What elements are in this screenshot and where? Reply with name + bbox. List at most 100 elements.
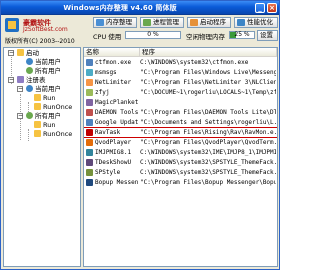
tree-expander-startup[interactable]: − <box>8 50 14 56</box>
list-item-program: "C:\Documents and Settings\rogerliu\L... <box>140 119 276 126</box>
tree-expander-registry-all-users[interactable]: − <box>17 113 23 119</box>
list-item-program: C:\WINDOWS\system32\SPSTYLE_ThemeFack... <box>140 169 276 176</box>
list-item[interactable]: DAEMON Tools "C:\Program Files\DAEMON Too… <box>84 108 277 117</box>
list-item-name: zfyj <box>95 89 110 96</box>
app-icon <box>86 169 93 176</box>
memory-icon <box>96 19 104 26</box>
free-memory-label: 空闲物理内存 <box>186 33 225 41</box>
list-item[interactable]: NetLimiter "C:\Program Files\NetLimiter 3… <box>84 78 277 87</box>
list-item[interactable]: MagicPlankets <box>84 98 277 107</box>
cpu-label: CPU 使用 <box>93 33 122 41</box>
registry-icon <box>17 76 24 83</box>
header: 豪霸软件 JzSoftBest.com 版权所有(C) 2003--2010 内… <box>1 15 279 47</box>
brand-url[interactable]: JzSoftBest.com <box>23 26 68 33</box>
app-icon <box>86 79 93 86</box>
free-memory-progress: 25 % <box>229 31 255 39</box>
tree-expander-registry-current-user[interactable]: − <box>17 86 23 92</box>
app-icon <box>86 139 93 146</box>
logo-icon <box>5 18 19 32</box>
tree-expander-registry[interactable]: − <box>8 77 14 83</box>
list-item-name: ctfmon.exe <box>95 59 132 66</box>
list-item-program: "C:\Program Files\Bopup Messenger\Bopup.… <box>140 179 276 186</box>
list-item[interactable]: SPStyle C:\WINDOWS\system32\SPSTYLE_Theme… <box>84 168 277 177</box>
list-header: 名称 程序 <box>84 48 277 57</box>
tree-item-hkcu-runonce[interactable]: RunOnce <box>34 103 72 111</box>
list-item-name: NetLimiter <box>95 79 132 86</box>
app-icon <box>86 159 93 166</box>
list-item-program: "C:\Program Files\Windows Live\Messeng..… <box>140 69 276 76</box>
list-item[interactable]: TDeskShowU C:\WINDOWS\system32\SPSTYLE_Th… <box>84 158 277 167</box>
list-item[interactable]: zfyj "C:\DOCUME~1\rogerliu\LOCALS~1\Temp\… <box>84 88 277 97</box>
startup-tree[interactable]: − 启动 当前用户 所有用户 − 注册表 − 当前用户 Run RunOnce … <box>3 47 81 267</box>
list-item[interactable]: Bopup Messen..."C:\Program Files\Bopup M… <box>84 178 277 187</box>
list-item-program: C:\WINDOWS\system32\IME\IMJP8_1\IMJPMI..… <box>140 149 276 156</box>
startup-list[interactable]: 名称 程序 ctfmon.exe C:\WINDOWS\system32\ctfm… <box>83 47 278 267</box>
startup-icon <box>190 19 198 26</box>
list-item[interactable]: ctfmon.exe C:\WINDOWS\system32\ctfmon.exe <box>84 58 277 67</box>
users-icon <box>26 112 33 119</box>
list-item-name: SPStyle <box>95 169 121 176</box>
folder-icon <box>34 94 41 101</box>
column-header-name[interactable]: 名称 <box>84 48 140 57</box>
tree-item-registry-current-user[interactable]: 当前用户 <box>26 85 61 93</box>
list-item-name: IMJPMIG8.1 <box>95 149 132 156</box>
close-button[interactable]: × <box>267 3 277 13</box>
list-item[interactable]: Google Update "C:\Documents and Settings\… <box>84 118 277 127</box>
window-title: Windows内存整理 v4.60 简体版 <box>63 4 177 12</box>
app-icon <box>86 69 93 76</box>
list-item-name: msmsgs <box>95 69 117 76</box>
list-item-program: "C:\Program Files\NetLimiter 3\NLClient.… <box>140 79 276 86</box>
list-item-program: C:\WINDOWS\system32\ctfmon.exe <box>140 59 249 66</box>
startup-programs-button[interactable]: 启动程序 <box>187 17 231 28</box>
app-icon <box>86 109 93 116</box>
app-icon <box>86 99 93 106</box>
folder-icon <box>17 49 24 56</box>
app-icon <box>86 89 93 96</box>
list-item-name: QvodPlayer <box>95 139 132 146</box>
copyright-text: 版权所有(C) 2003--2010 <box>5 38 75 45</box>
list-item-name: DAEMON Tools <box>95 109 138 116</box>
list-item[interactable]: IMJPMIG8.1 C:\WINDOWS\system32\IME\IMJP8_… <box>84 148 277 157</box>
tree-item-hkcu-run[interactable]: Run <box>34 94 55 102</box>
folder-icon <box>34 130 41 137</box>
app-icon <box>86 119 93 126</box>
settings-button[interactable]: 设置 <box>257 30 278 41</box>
tree-item-startup[interactable]: 启动 <box>17 49 39 57</box>
list-item-name: TDeskShowU <box>95 159 132 166</box>
memory-optimize-button[interactable]: 内存整理 <box>93 17 137 28</box>
list-item-program: "C:\DOCUME~1\rogerliu\LOCALS~1\Temp\zf..… <box>140 89 276 96</box>
column-header-program[interactable]: 程序 <box>140 48 277 57</box>
list-item-name: Bopup Messen... <box>95 179 138 186</box>
folder-icon <box>34 121 41 128</box>
list-item-program: "C:\Program Files\QvodPlayer\QvodTerm... <box>140 139 276 146</box>
list-item[interactable]: RavTask "C:\Program Files\Rising\Rav\RavM… <box>84 127 277 138</box>
list-item[interactable]: msmsgs "C:\Program Files\Windows Live\Mes… <box>84 68 277 77</box>
folder-icon <box>34 103 41 110</box>
free-memory-value: 25 % <box>234 31 250 38</box>
cpu-progress: 0 % <box>125 31 181 39</box>
tree-item-startup-all-users[interactable]: 所有用户 <box>26 67 61 75</box>
process-manager-button[interactable]: 进程管理 <box>140 17 184 28</box>
minimize-button[interactable]: _ <box>255 3 265 13</box>
cpu-value: 0 % <box>147 31 159 38</box>
user-icon <box>26 85 33 92</box>
tree-item-registry-all-users[interactable]: 所有用户 <box>26 112 61 120</box>
tree-item-hklm-runonce[interactable]: RunOnce <box>34 130 72 138</box>
app-window: Windows内存整理 v4.60 简体版 _ × 豪霸软件 JzSoftBes… <box>0 0 280 270</box>
tree-item-startup-current-user[interactable]: 当前用户 <box>26 58 61 66</box>
users-icon <box>26 67 33 74</box>
user-icon <box>26 58 33 65</box>
list-item-program: C:\WINDOWS\system32\SPSTYLE_ThemeFack... <box>140 159 276 166</box>
list-item-program: "C:\Program Files\Rising\Rav\RavMon.e... <box>140 129 276 136</box>
tree-item-hklm-run[interactable]: Run <box>34 121 55 129</box>
app-icon <box>86 179 93 186</box>
title-bar[interactable]: Windows内存整理 v4.60 简体版 _ × <box>1 1 279 15</box>
process-icon <box>143 19 151 26</box>
performance-button[interactable]: 性能优化 <box>234 17 278 28</box>
app-icon <box>86 59 93 66</box>
app-icon <box>86 129 93 136</box>
tree-item-registry[interactable]: 注册表 <box>17 76 46 84</box>
list-item-name: RavTask <box>95 129 121 136</box>
list-item[interactable]: QvodPlayer "C:\Program Files\QvodPlayer\Q… <box>84 138 277 147</box>
list-item-name: MagicPlankets <box>95 99 138 106</box>
